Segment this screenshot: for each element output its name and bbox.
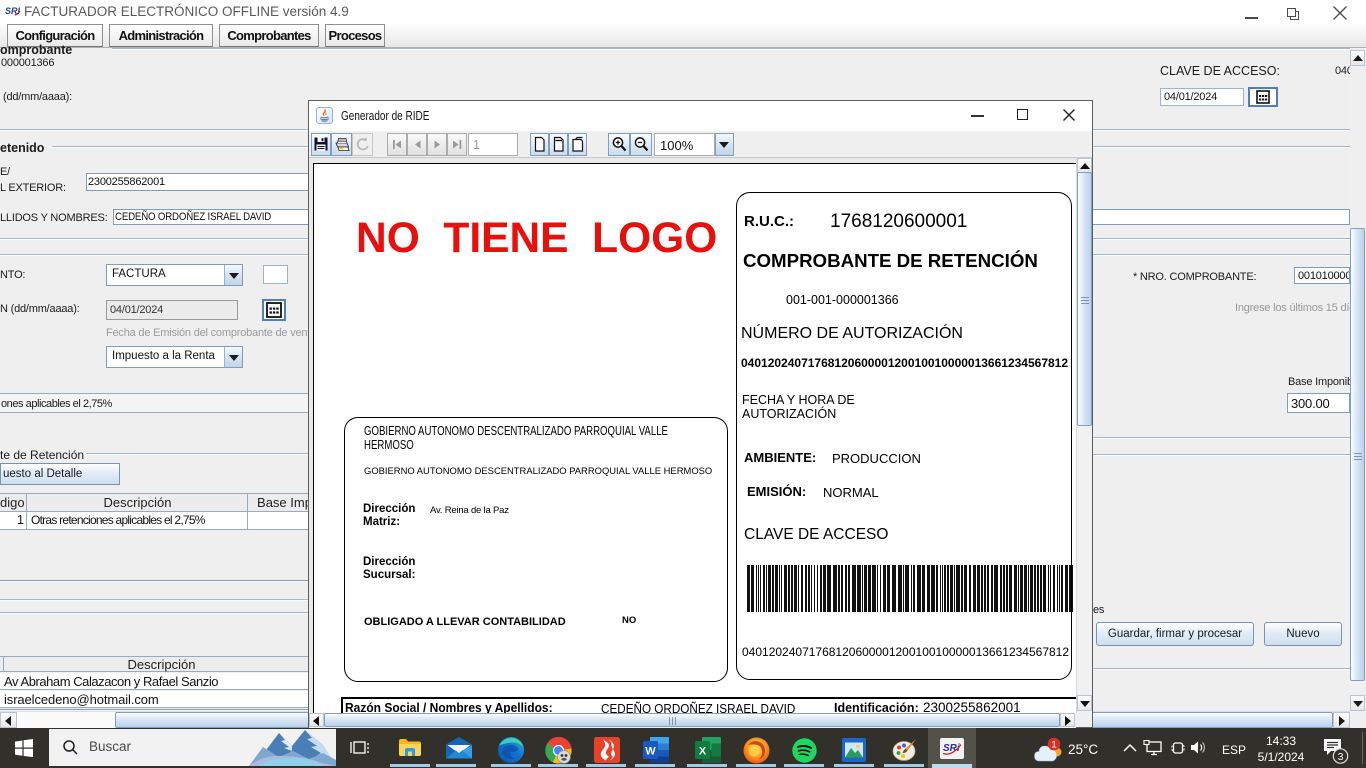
svg-text:1: 1 [1051,739,1056,750]
svg-text:W: W [645,746,656,758]
svg-text:3: 3 [1338,751,1344,763]
svg-text:X: X [699,746,707,758]
svg-text:SRI: SRI [5,6,21,16]
